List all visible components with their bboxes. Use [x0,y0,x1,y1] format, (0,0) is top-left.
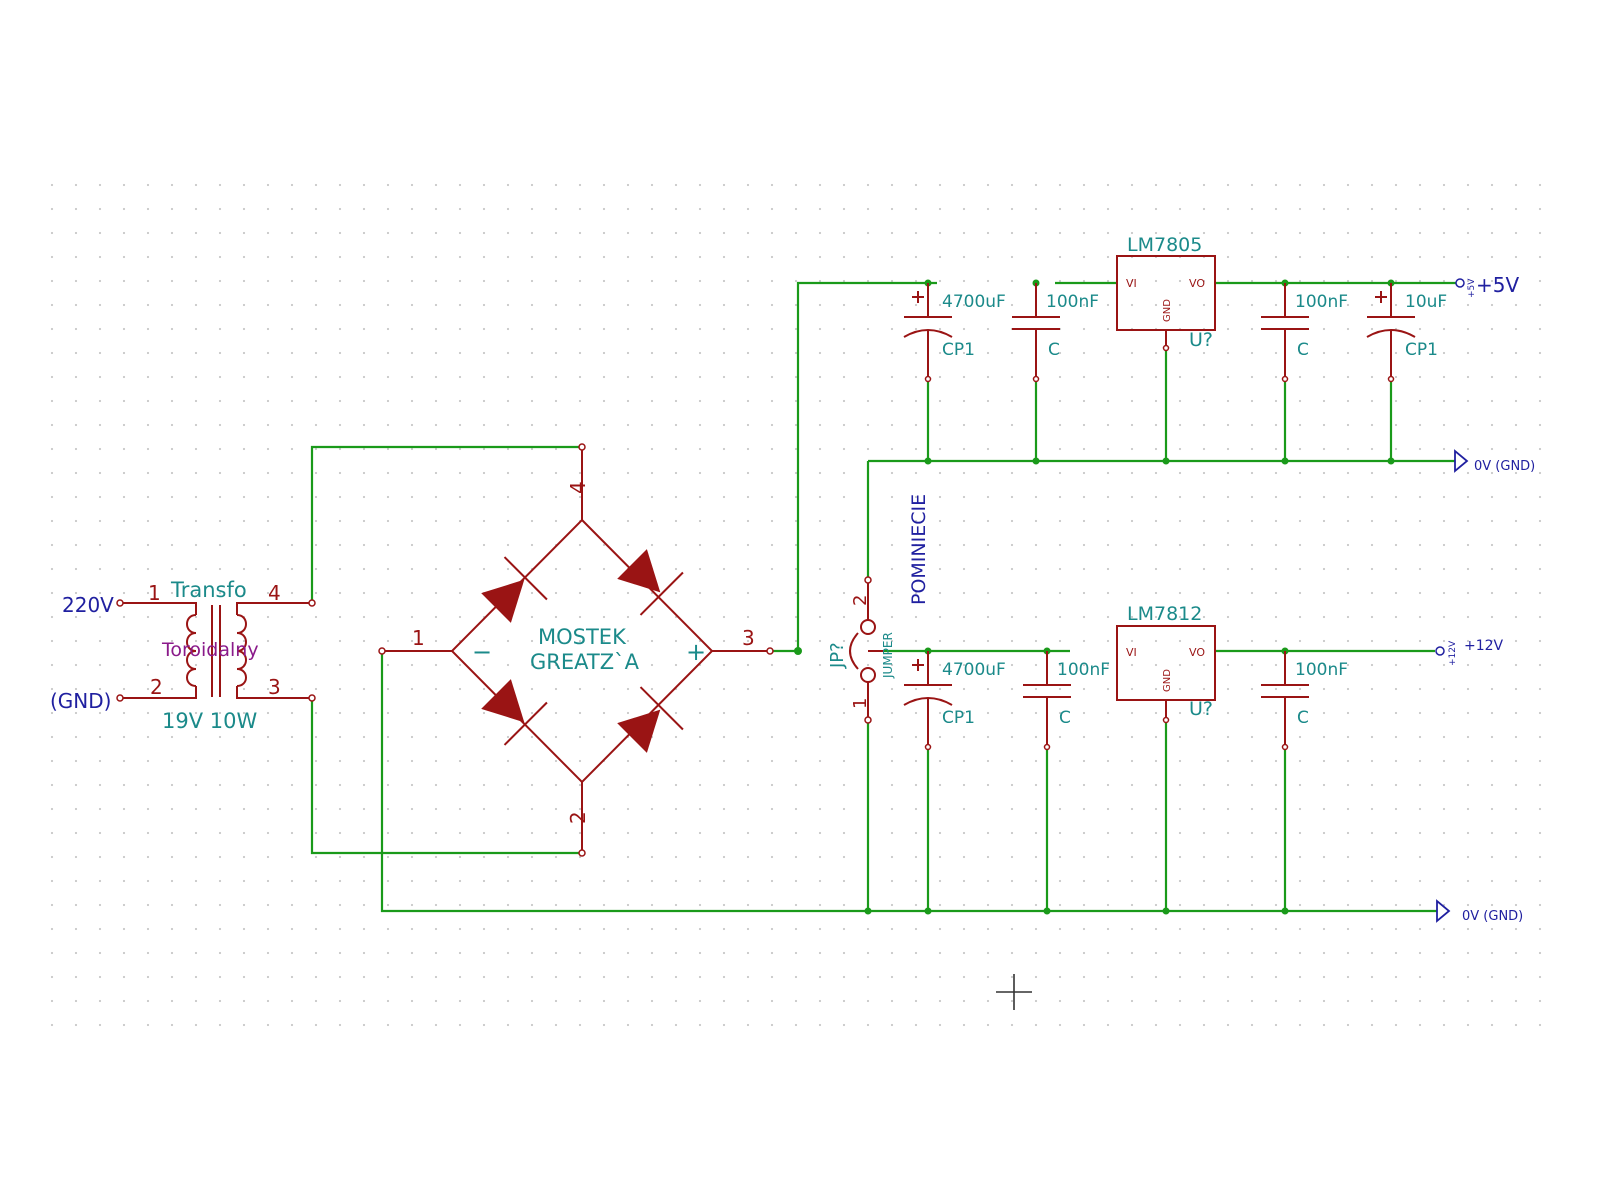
capacitor-value: 100nF [1295,660,1348,680]
capacitor-c5-in-small: 100nF C [1012,283,1099,383]
jumper-ref: JP? [827,642,848,669]
lm7805-gnd: GND [1162,299,1173,322]
gnd-top-label: 0V (GND) [1474,459,1535,474]
outputs: +5V +5V +12V +12V 0V (GND) 0V (GND) [1435,273,1535,924]
capacitor-value: 4700uF [942,292,1006,312]
capacitor-c12-out-small: 100nF C [1261,651,1348,751]
lm7812-vo: VO [1189,646,1205,659]
jumper-pin-2: 2 [850,595,871,606]
crosshair-cursor-icon [996,974,1032,1010]
bypass-label: POMINIECIE [908,494,930,605]
capacitor-c5-out-big: 10uF CP1 [1366,283,1447,383]
gnd-flag-top [1454,449,1469,473]
bridge-pin-3: 3 [742,626,755,650]
transformer-pin-4: 4 [268,581,281,605]
lm7805-vi: VI [1126,277,1137,290]
jumper: 2 1 JP? JUMPER POMINIECIE [827,494,930,724]
capacitor-value: 100nF [1295,292,1348,312]
bridge-label-line1: MOSTEK [538,625,627,649]
capacitor-ref: C [1297,340,1309,360]
lm7812-vi: VI [1126,646,1137,659]
bridge-pin-2: 2 [566,811,590,824]
capacitor-ref: C [1059,708,1071,728]
capacitor-c12-in-big: 4700uF CP1 [903,651,1006,751]
capacitor-value: 100nF [1057,660,1110,680]
bridge-rectifier: MOSTEK GREATZ`A − + 1 3 4 2 [378,443,774,857]
transformer-pin-1: 1 [148,581,161,605]
lm7812-gnd: GND [1162,669,1173,692]
capacitor-value: 4700uF [942,660,1006,680]
lm7812-ref: U? [1189,698,1213,720]
capacitor-c5-out-small: 100nF C [1261,283,1348,383]
bridge-pin-1: 1 [412,626,425,650]
lm7805-ref: U? [1189,329,1213,351]
capacitor-ref: C [1297,708,1309,728]
regulator-lm7805: LM7805 U? VI VO GND [1116,234,1216,352]
capacitor-c5-in-big: 4700uF CP1 [903,283,1006,383]
output-5v-label: +5V [1476,273,1519,297]
capacitor-ref: CP1 [1405,340,1438,360]
bridge-plus-sign: + [686,638,706,666]
lm7805-name: LM7805 [1127,234,1202,256]
capacitor-ref: CP1 [942,708,975,728]
input-220v-label: 220V [62,593,114,617]
output-12v-small-label: +12V [1448,640,1458,666]
schematic-canvas: 220V (GND) 1 2 3 4 Transfo Toroidalny 19… [50,183,1542,1027]
jumper-pin-1: 1 [850,698,871,709]
transformer-value: Toroidalny [161,639,259,661]
bridge-label-line2: GREATZ`A [530,650,640,674]
junctions [794,279,1395,915]
transformer-pin-3: 3 [268,675,281,699]
capacitor-value: 100nF [1046,292,1099,312]
bridge-minus-sign: − [472,638,492,666]
regulator-lm7812: LM7812 U? VI VO GND [1116,603,1216,724]
gnd-bottom-label: 0V (GND) [1462,909,1523,924]
capacitor-ref: CP1 [942,340,975,360]
transformer-rating: 19V 10W [162,709,257,733]
transformer-pin-2: 2 [150,675,163,699]
gnd-flag-bottom [1436,899,1451,923]
lm7812-name: LM7812 [1127,603,1202,625]
lm7805-vo: VO [1189,277,1205,290]
capacitors: 4700uF CP1 100nF C 100nF C 10uF CP1 4700uF CP1 100… [903,283,1447,751]
transformer: 1 2 3 4 Transfo Toroidalny 19V 10W [116,578,316,733]
output-12v-label: +12V [1464,638,1504,654]
capacitor-ref: C [1048,340,1060,360]
input-gnd-label: (GND) [50,689,111,713]
jumper-value: JUMPER [881,632,895,679]
transformer-ref: Transfo [170,578,247,602]
bridge-pin-4: 4 [566,481,590,494]
capacitor-value: 10uF [1405,292,1447,312]
